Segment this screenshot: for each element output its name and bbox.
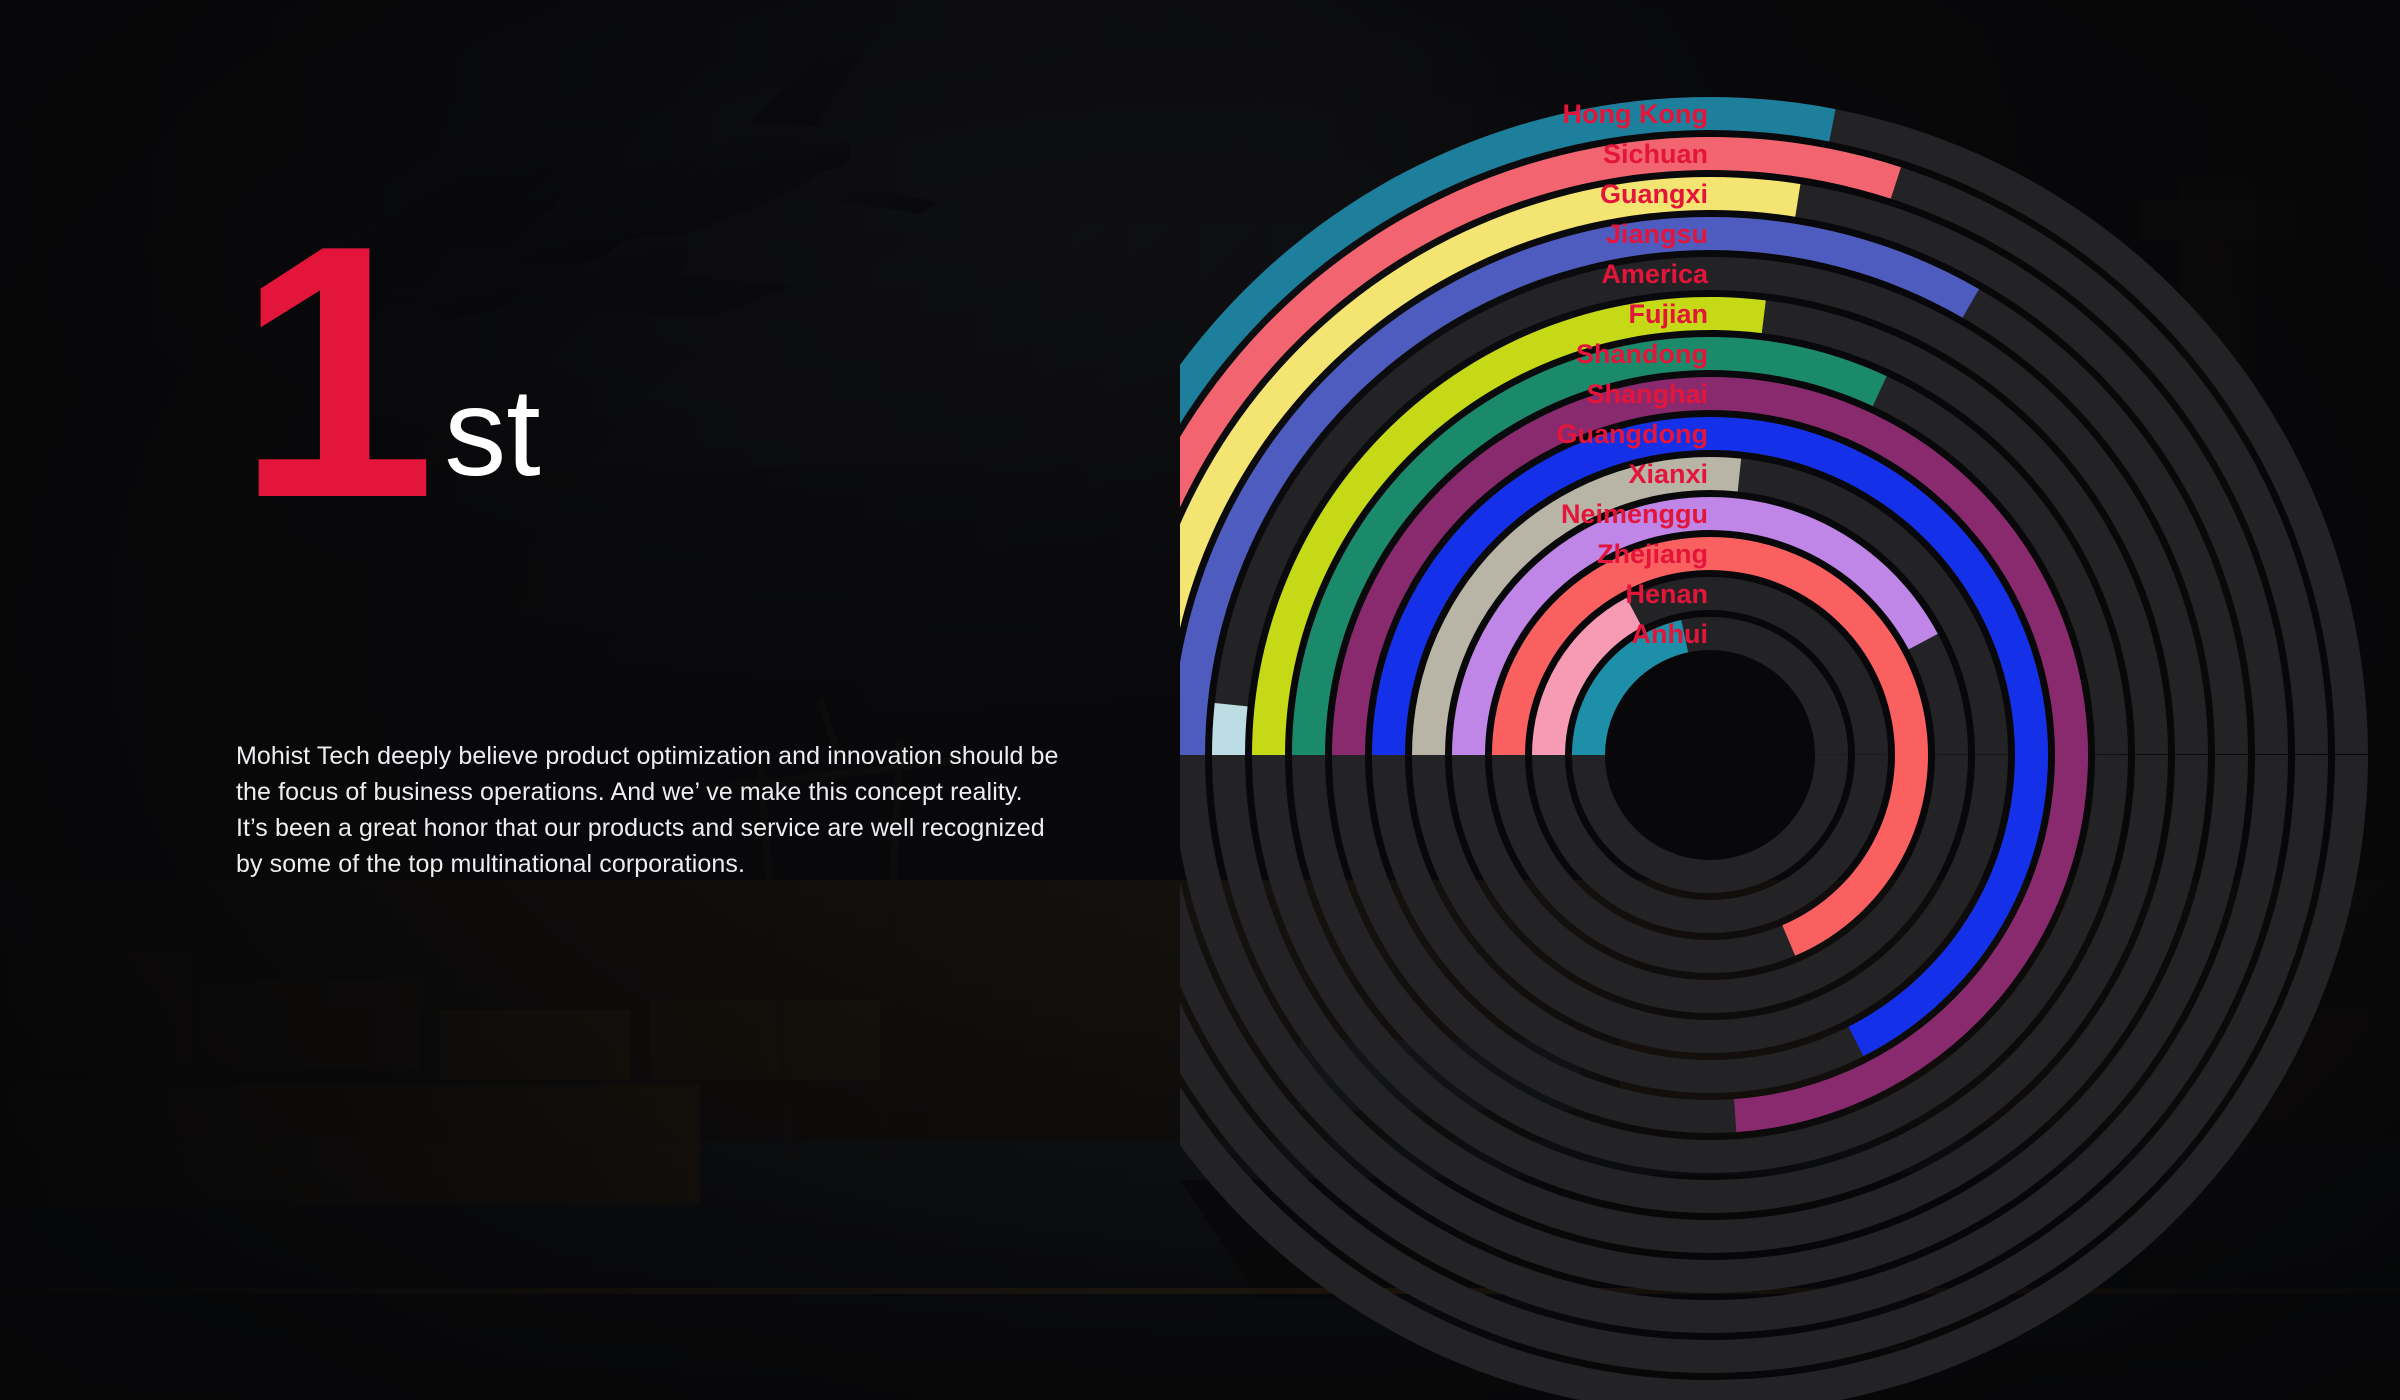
radial-bar-chart: Hong Kong Sichuan Guangxi Jiangsu America Fuj… [1180,0,2400,1400]
radial-bar-segment[interactable] [1212,702,1248,755]
category-label: Guangxi [1599,178,1708,209]
category-label: Henan [1625,578,1708,609]
rank-number: 1 [236,171,436,573]
rank-badge: 1 st [236,171,541,573]
rank-ordinal-suffix: st [444,363,541,502]
category-label: Neimenggu [1560,498,1708,529]
radial-bar-chart-svg [1180,96,2368,1400]
category-label: Shanghai [1586,378,1708,409]
category-label: Fujian [1628,298,1709,329]
hero-paragraph-2: It’s been a great honor that our product… [236,814,1045,878]
category-label: America [1601,258,1708,289]
hero-paragraph-1: Mohist Tech deeply believe product optim… [236,742,1059,806]
category-label: Shandong [1576,338,1708,369]
category-label: Sichuan [1602,138,1708,169]
category-label: Hong Kong [1562,98,1708,129]
category-label: Anhui [1631,618,1708,649]
category-label: Jiangsu [1605,218,1708,249]
category-label: Xianxi [1628,458,1708,489]
category-label: Zhejiang [1596,538,1708,569]
slide-canvas: 1 st Mohist Tech deeply believe product … [0,0,2400,1400]
category-label: Guangdong [1556,418,1708,449]
hero-description: Mohist Tech deeply believe product optim… [236,738,1066,882]
hero-block: 1 st Mohist Tech deeply believe product … [0,0,1100,1400]
